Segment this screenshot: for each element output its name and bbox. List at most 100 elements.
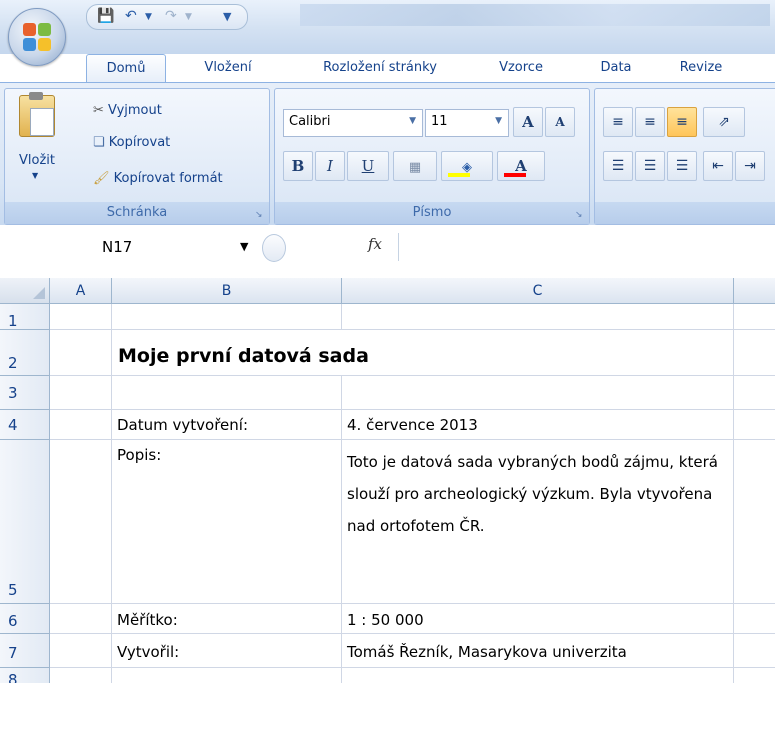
paste-icon[interactable] <box>19 92 55 137</box>
tab-rozlozeni-stranky[interactable]: Rozložení stránky <box>300 54 460 82</box>
cell-d7[interactable] <box>734 634 775 668</box>
cell-d1[interactable] <box>734 304 775 330</box>
font-color-button[interactable]: A <box>497 151 545 181</box>
align-left-button[interactable]: ☰ <box>603 151 633 181</box>
clipboard-dialog-launcher-icon[interactable]: ↘ <box>255 210 265 220</box>
redo-dropdown-icon[interactable]: ▼ <box>185 12 192 22</box>
formula-input[interactable] <box>398 233 775 261</box>
paste-dropdown-icon[interactable]: ▼ <box>32 171 38 180</box>
column-header-c[interactable]: C <box>342 278 734 304</box>
font-size-value: 11 <box>431 114 448 129</box>
orientation-button[interactable]: ⇗ <box>703 107 745 137</box>
cell-d6[interactable] <box>734 604 775 634</box>
column-header-d[interactable] <box>734 278 775 304</box>
row-header-7[interactable]: 7 <box>0 634 50 668</box>
cell-c6[interactable]: 1 : 50 000 <box>342 604 734 634</box>
formula-divider-handle[interactable] <box>262 234 286 262</box>
row-header-1[interactable]: 1 <box>0 304 50 330</box>
cell-d5[interactable] <box>734 440 775 604</box>
cell-b4[interactable]: Datum vytvoření: <box>112 410 342 440</box>
bold-button[interactable]: B <box>283 151 313 181</box>
row-header-3[interactable]: 3 <box>0 376 50 410</box>
column-header-b[interactable]: B <box>112 278 342 304</box>
cell-c8[interactable] <box>342 668 734 683</box>
save-icon[interactable]: 💾 <box>97 8 114 24</box>
cell-c3[interactable] <box>342 376 734 410</box>
cell-a5[interactable] <box>50 440 112 604</box>
row-header-5[interactable]: 5 <box>0 440 50 604</box>
font-size-select[interactable]: 11 ▼ <box>425 109 509 137</box>
decrease-indent-button[interactable]: ⇤ <box>703 151 733 181</box>
align-middle-button[interactable]: ≡ <box>635 107 665 137</box>
row-header-6[interactable]: 6 <box>0 604 50 634</box>
cell-a2[interactable] <box>50 330 112 376</box>
row-header-4[interactable]: 4 <box>0 410 50 440</box>
cell-a8[interactable] <box>50 668 112 683</box>
name-box-dropdown-icon[interactable]: ▼ <box>240 240 248 253</box>
cell-a3[interactable] <box>50 376 112 410</box>
increase-indent-button[interactable]: ⇥ <box>735 151 765 181</box>
shrink-font-button[interactable]: A <box>545 107 575 137</box>
cell-b6[interactable]: Měřítko: <box>112 604 342 634</box>
office-button[interactable] <box>8 8 66 66</box>
underline-button[interactable]: U <box>347 151 389 181</box>
column-header-a[interactable]: A <box>50 278 112 304</box>
office-logo-icon <box>23 23 51 51</box>
align-center-button[interactable]: ☰ <box>635 151 665 181</box>
cell-d3[interactable] <box>734 376 775 410</box>
cell-a6[interactable] <box>50 604 112 634</box>
cell-b5[interactable]: Popis: <box>112 440 342 604</box>
tab-vzorce[interactable]: Vzorce <box>486 54 556 82</box>
cell-d8[interactable] <box>734 668 775 683</box>
row-header-2[interactable]: 2 <box>0 330 50 376</box>
window-title-area <box>300 4 770 26</box>
cell-d4[interactable] <box>734 410 775 440</box>
cell-c4[interactable]: 4. července 2013 <box>342 410 734 440</box>
copy-icon: ❏ <box>93 135 105 150</box>
font-family-select[interactable]: Calibri ▼ <box>283 109 423 137</box>
cell-a7[interactable] <box>50 634 112 668</box>
copy-button[interactable]: ❏ Kopírovat <box>93 135 170 150</box>
fx-icon[interactable]: fx <box>368 235 382 253</box>
undo-dropdown-icon[interactable]: ▼ <box>145 12 152 22</box>
paste-button[interactable]: Vložit <box>19 153 55 168</box>
cell-a4[interactable] <box>50 410 112 440</box>
tab-revize[interactable]: Revize <box>670 54 732 82</box>
tab-data[interactable]: Data <box>590 54 642 82</box>
customize-qat-icon[interactable]: ▼ <box>223 10 231 23</box>
font-dialog-launcher-icon[interactable]: ↘ <box>575 210 585 220</box>
cell-a1[interactable] <box>50 304 112 330</box>
align-top-button[interactable]: ≡ <box>603 107 633 137</box>
cell-b7[interactable]: Vytvořil: <box>112 634 342 668</box>
brush-icon: 🖌 <box>93 171 110 186</box>
cell-d2[interactable] <box>734 330 775 376</box>
fill-color-button[interactable]: ◈ <box>441 151 493 181</box>
font-family-dropdown-icon: ▼ <box>409 116 416 126</box>
tab-vlozeni[interactable]: Vložení <box>186 54 270 82</box>
quick-access-toolbar: 💾 ↶ ▼ ↷ ▼ ▼ <box>86 4 248 30</box>
format-painter-button[interactable]: 🖌 Kopírovat formát <box>93 171 223 186</box>
cell-b8[interactable] <box>112 668 342 683</box>
name-box[interactable]: N17 <box>82 234 260 260</box>
cut-button[interactable]: ✂ Vyjmout <box>93 103 162 118</box>
cell-b1[interactable] <box>112 304 342 330</box>
tab-domu[interactable]: Domů <box>86 54 166 83</box>
select-all-corner[interactable] <box>0 278 50 304</box>
row-header-8[interactable]: 8 <box>0 668 50 683</box>
alignment-group: ≡ ≡ ≡ ⇗ ☰ ☰ ☰ ⇤ ⇥ <box>594 88 775 225</box>
cell-c5[interactable]: Toto je datová sada vybraných bodů zájmu… <box>342 440 734 604</box>
redo-icon[interactable]: ↷ <box>165 8 177 24</box>
cell-c7[interactable]: Tomáš Řezník, Masarykova univerzita <box>342 634 734 668</box>
italic-button[interactable]: I <box>315 151 345 181</box>
cell-c1[interactable] <box>342 304 734 330</box>
grow-font-button[interactable]: A <box>513 107 543 137</box>
borders-button[interactable]: ▦ <box>393 151 437 181</box>
font-color-swatch <box>504 173 526 177</box>
undo-icon[interactable]: ↶ <box>125 8 137 24</box>
cell-b3[interactable] <box>112 376 342 410</box>
clipboard-group-label: Schránka <box>5 202 269 224</box>
fill-color-swatch <box>448 173 470 177</box>
cell-c2[interactable] <box>342 330 734 376</box>
align-right-button[interactable]: ☰ <box>667 151 697 181</box>
align-bottom-button[interactable]: ≡ <box>667 107 697 137</box>
